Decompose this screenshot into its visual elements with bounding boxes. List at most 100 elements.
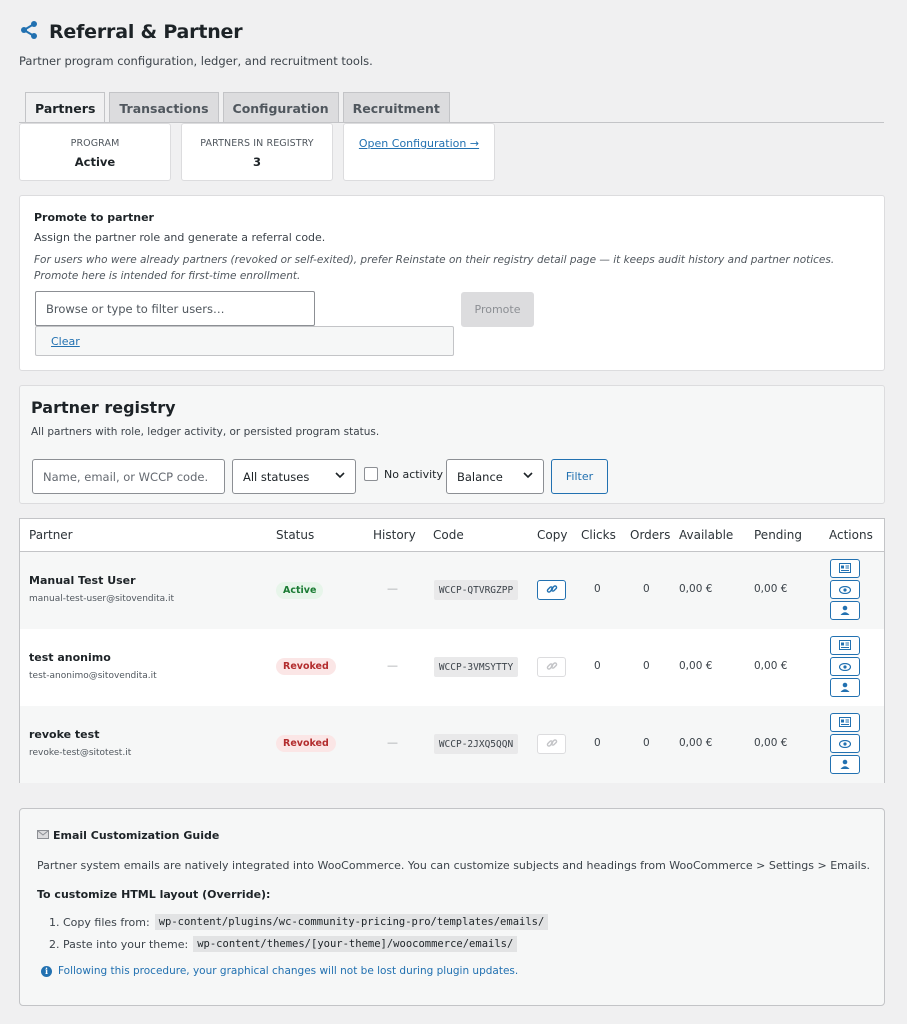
tab-configuration[interactable]: Configuration — [222, 92, 339, 123]
promote-description: Assign the partner role and generate a r… — [34, 231, 326, 244]
partner-name: Manual Test User — [29, 574, 136, 587]
referral-code: WCCP-QTVRGZPP — [434, 580, 518, 600]
col-clicks: Clicks — [581, 528, 616, 542]
copy-link-button[interactable] — [537, 734, 566, 754]
row-actions — [830, 559, 860, 620]
referral-code: WCCP-2JXQ5QQN — [434, 734, 518, 754]
clear-link[interactable]: Clear — [51, 335, 80, 348]
step-copy: 1. Copy files from: wp-content/plugins/w… — [49, 914, 549, 930]
partner-email: manual-test-user@sitovendita.it — [29, 594, 175, 604]
filter-button[interactable]: Filter — [551, 459, 608, 494]
table-header: Partner Status History Code Copy Clicks … — [20, 519, 884, 552]
open-configuration-link[interactable]: Open Configuration → — [359, 137, 479, 150]
link-icon — [546, 583, 558, 598]
info-icon: i — [41, 965, 52, 977]
col-copy: Copy — [537, 528, 568, 542]
registry-search-input[interactable]: Name, email, or WCCP code. — [32, 459, 225, 494]
guide-paragraph: Partner system emails are natively integ… — [37, 859, 870, 872]
promote-button[interactable]: Promote — [461, 292, 534, 327]
no-activity-checkbox[interactable]: No activity — [364, 467, 443, 481]
step-paste: 2. Paste into your theme: wp-content/the… — [49, 936, 518, 952]
user-icon — [840, 758, 850, 772]
user-icon — [840, 604, 850, 618]
sort-select[interactable]: Balance — [446, 459, 544, 494]
available-value: 0,00 € — [679, 583, 713, 595]
page-subtitle: Partner program configuration, ledger, a… — [19, 54, 373, 68]
step2-label: 2. Paste into your theme: — [49, 937, 189, 951]
status-select[interactable]: All statuses — [232, 459, 356, 494]
info-text: Following this procedure, your graphical… — [58, 965, 519, 977]
partner-name: revoke test — [29, 728, 100, 741]
promote-panel: Promote to partner Assign the partner ro… — [19, 195, 885, 371]
col-available: Available — [679, 528, 734, 542]
pending-value: 0,00 € — [754, 583, 788, 595]
view-button[interactable] — [830, 580, 860, 599]
info-notice: i Following this procedure, your graphic… — [41, 965, 518, 977]
pending-value: 0,00 € — [754, 660, 788, 672]
col-actions: Actions — [829, 528, 873, 542]
copy-link-button[interactable] — [537, 657, 566, 677]
no-activity-label: No activity — [384, 467, 444, 481]
row-actions — [830, 713, 860, 774]
checkbox-icon[interactable] — [364, 467, 378, 481]
history-value: — — [387, 659, 398, 672]
clicks-value: 0 — [594, 583, 601, 595]
registry-heading: Partner registry — [31, 398, 176, 417]
tab-transactions[interactable]: Transactions — [109, 92, 219, 123]
user-results-box: Clear — [35, 326, 454, 356]
promote-note: For users who were already partners (rev… — [34, 254, 835, 282]
user-button[interactable] — [830, 678, 860, 697]
partners-count-label: PARTNERS IN REGISTRY — [200, 138, 314, 149]
status-badge: Revoked — [276, 658, 336, 675]
tab-bar: Partners Transactions Configuration Recr… — [25, 92, 450, 124]
orders-value: 0 — [643, 583, 650, 595]
available-value: 0,00 € — [679, 660, 713, 672]
partner-email: test-anonimo@sitovendita.it — [29, 671, 157, 681]
step2-path: wp-content/themes/[your-theme]/woocommer… — [193, 936, 518, 952]
view-button[interactable] — [830, 657, 860, 676]
guide-heading: Email Customization Guide — [53, 829, 220, 842]
sort-select-value: Balance — [457, 469, 503, 484]
orders-value: 0 — [643, 660, 650, 672]
partner-table: Partner Status History Code Copy Clicks … — [19, 518, 885, 783]
table-row: Manual Test User manual-test-user@sitove… — [20, 552, 884, 629]
user-search-input[interactable] — [35, 291, 315, 326]
user-button[interactable] — [830, 601, 860, 620]
tab-recruitment[interactable]: Recruitment — [342, 92, 450, 123]
partners-stat-card: PARTNERS IN REGISTRY 3 — [181, 123, 333, 181]
id-card-icon — [839, 639, 851, 653]
profile-card-button[interactable] — [830, 636, 860, 655]
profile-card-button[interactable] — [830, 559, 860, 578]
partner-name: test anonimo — [29, 651, 111, 664]
promote-heading: Promote to partner — [34, 211, 154, 224]
link-icon — [546, 737, 558, 752]
program-label: PROGRAM — [70, 138, 120, 149]
override-heading: To customize HTML layout (Override): — [37, 888, 271, 901]
chevron-down-icon — [523, 471, 533, 482]
referral-code: WCCP-3VMSYTTY — [434, 657, 518, 677]
history-value: — — [387, 736, 398, 749]
config-link-card: Open Configuration → — [343, 123, 495, 181]
page-header: Referral & Partner — [19, 20, 243, 43]
id-card-icon — [839, 716, 851, 730]
step1-label: 1. Copy files from: — [49, 915, 150, 929]
tab-partners[interactable]: Partners — [25, 92, 106, 124]
page-title: Referral & Partner — [49, 20, 243, 43]
status-select-value: All statuses — [243, 469, 310, 484]
view-button[interactable] — [830, 734, 860, 753]
row-actions — [830, 636, 860, 697]
col-pending: Pending — [754, 528, 802, 542]
id-card-icon — [839, 562, 851, 576]
user-button[interactable] — [830, 755, 860, 774]
table-row: test anonimo test-anonimo@sitovendita.it… — [20, 629, 884, 706]
col-status: Status — [276, 528, 315, 542]
copy-link-button[interactable] — [537, 580, 566, 600]
envelope-icon — [37, 829, 49, 842]
history-value: — — [387, 582, 398, 595]
available-value: 0,00 € — [679, 737, 713, 749]
profile-card-button[interactable] — [830, 713, 860, 732]
registry-panel: Partner registry All partners with role,… — [19, 385, 885, 504]
chevron-down-icon — [335, 471, 345, 482]
col-partner: Partner — [29, 528, 73, 542]
email-guide-panel: Email Customization Guide Partner system… — [19, 808, 885, 1006]
